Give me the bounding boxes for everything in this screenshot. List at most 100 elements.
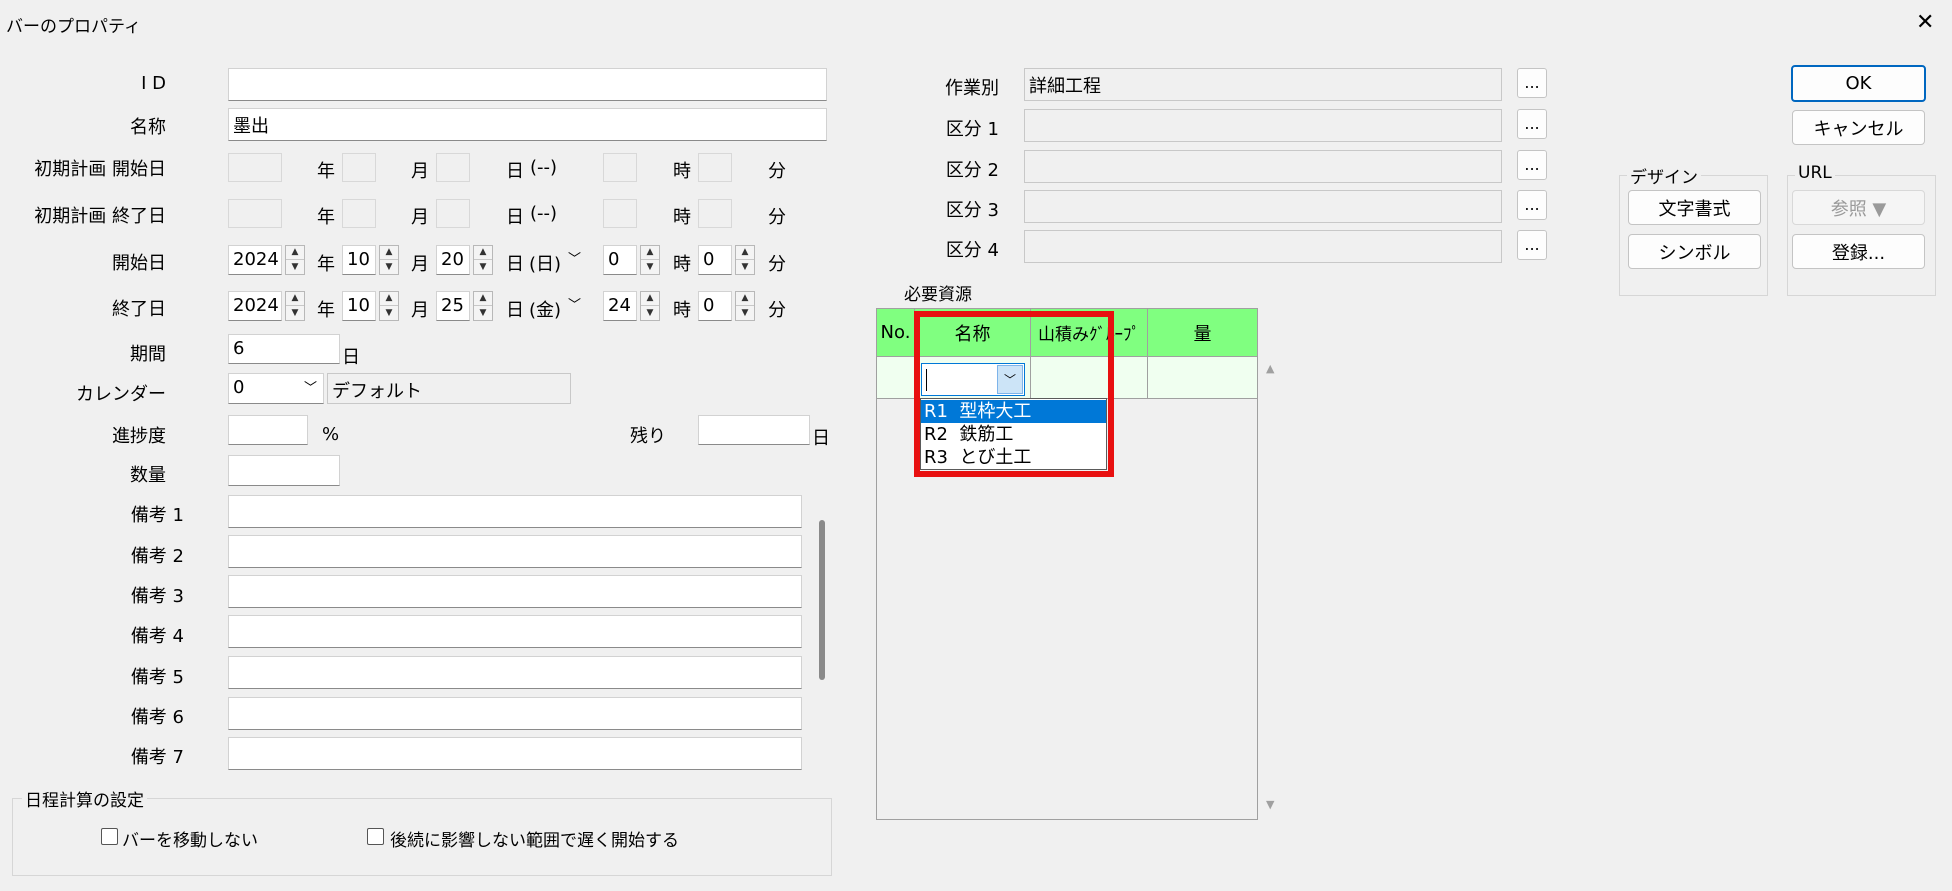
start-year-spinner[interactable]: ▲ ▼ <box>285 245 305 275</box>
scroll-down-icon[interactable]: ▼ <box>1266 798 1274 811</box>
spin-down-icon[interactable]: ▼ <box>380 306 398 320</box>
spin-down-icon[interactable]: ▼ <box>736 260 754 274</box>
spin-up-icon[interactable]: ▲ <box>286 246 304 260</box>
browse-button[interactable]: 参照 ▼ <box>1792 190 1925 225</box>
end-year-field[interactable]: 2024 <box>228 291 282 321</box>
spin-up-icon[interactable]: ▲ <box>286 292 304 306</box>
unit-minute: 分 <box>768 207 786 228</box>
start-day-field[interactable]: 20 <box>436 245 470 275</box>
unit-day: 日 <box>506 207 524 228</box>
close-icon[interactable]: ✕ <box>1916 10 1934 35</box>
progress-field[interactable] <box>228 415 308 445</box>
chevron-down-icon[interactable]: ﹀ <box>304 377 317 396</box>
dont-move-label[interactable]: バーを移動しない <box>122 826 258 851</box>
initial-start-minute <box>698 153 732 182</box>
end-minute-field[interactable]: 0 <box>698 291 732 321</box>
cancel-button[interactable]: キャンセル <box>1792 110 1925 145</box>
start-weekday: (日) <box>529 254 562 275</box>
start-day-spinner[interactable]: ▲ ▼ <box>473 245 493 275</box>
spin-down-icon[interactable]: ▼ <box>474 260 492 274</box>
category-browse-button[interactable]: ... <box>1517 190 1547 220</box>
remarks-scrollbar-thumb[interactable] <box>819 520 825 680</box>
start-weekday-dropdown-icon[interactable]: ﹀ <box>568 248 581 267</box>
scroll-up-icon[interactable]: ▲ <box>1266 362 1274 375</box>
spin-up-icon[interactable]: ▲ <box>474 246 492 260</box>
end-month-field[interactable]: 10 <box>342 291 376 321</box>
delay-start-label[interactable]: 後続に影響しない範囲で遅く開始する <box>390 826 679 851</box>
ok-button[interactable]: OK <box>1791 65 1926 102</box>
remark-label: 備考 6 <box>130 707 184 728</box>
end-day-spinner[interactable]: ▲ ▼ <box>473 291 493 321</box>
end-minute-spinner[interactable]: ▲ ▼ <box>735 291 755 321</box>
start-year-field[interactable]: 2024 <box>228 245 282 275</box>
end-hour-field[interactable]: 24 <box>603 291 637 321</box>
start-hour-spinner[interactable]: ▲ ▼ <box>640 245 660 275</box>
spin-down-icon[interactable]: ▼ <box>380 260 398 274</box>
spin-down-icon[interactable]: ▼ <box>286 306 304 320</box>
start-minute-spinner[interactable]: ▲ ▼ <box>735 245 755 275</box>
remaining-field[interactable] <box>698 415 810 445</box>
end-year-spinner[interactable]: ▲ ▼ <box>285 291 305 321</box>
start-minute-field[interactable]: 0 <box>698 245 732 275</box>
spin-down-icon[interactable]: ▼ <box>641 306 659 320</box>
spin-up-icon[interactable]: ▲ <box>641 246 659 260</box>
end-day-field[interactable]: 25 <box>436 291 470 321</box>
start-month-field[interactable]: 10 <box>342 245 376 275</box>
end-month-spinner[interactable]: ▲ ▼ <box>379 291 399 321</box>
spin-up-icon[interactable]: ▲ <box>736 246 754 260</box>
spin-down-icon[interactable]: ▼ <box>641 260 659 274</box>
unit-hour: 時 <box>673 207 691 228</box>
remark-field[interactable] <box>228 495 802 528</box>
initial-start-label: 初期計画 開始日 <box>34 159 166 180</box>
unit-month: 月 <box>411 161 429 182</box>
category-field <box>1024 109 1502 142</box>
spin-up-icon[interactable]: ▲ <box>380 246 398 260</box>
spin-up-icon[interactable]: ▲ <box>474 292 492 306</box>
remark-field[interactable] <box>228 615 802 648</box>
spin-up-icon[interactable]: ▲ <box>380 292 398 306</box>
spin-down-icon[interactable]: ▼ <box>736 306 754 320</box>
column-header-amount[interactable]: 量 <box>1148 309 1257 356</box>
symbol-button[interactable]: シンボル <box>1628 234 1761 269</box>
remark-field[interactable] <box>228 575 802 608</box>
spin-down-icon[interactable]: ▼ <box>286 260 304 274</box>
text-format-button[interactable]: 文字書式 <box>1628 190 1761 225</box>
category-browse-button[interactable]: ... <box>1517 109 1547 139</box>
category-browse-button[interactable]: ... <box>1517 230 1547 260</box>
end-hour-spinner[interactable]: ▲ ▼ <box>640 291 660 321</box>
column-header-no[interactable]: No. <box>877 309 915 356</box>
unit-month: 月 <box>411 300 429 321</box>
start-label: 開始日 <box>112 253 166 274</box>
initial-end-minute <box>698 199 732 228</box>
dont-move-checkbox[interactable] <box>101 828 118 845</box>
calendar-select[interactable]: 0 ﹀ <box>228 373 324 404</box>
period-field[interactable]: 6 <box>228 334 340 364</box>
remark-label: 備考 2 <box>130 546 184 567</box>
initial-end-month <box>342 199 376 228</box>
remark-field[interactable] <box>228 697 802 730</box>
category-browse-button[interactable]: ... <box>1517 150 1547 180</box>
remark-field[interactable] <box>228 737 802 770</box>
spin-up-icon[interactable]: ▲ <box>736 292 754 306</box>
quantity-field[interactable] <box>228 455 340 486</box>
row-cell-amount[interactable] <box>1148 357 1257 398</box>
initial-end-hour <box>603 199 637 228</box>
remark-field[interactable] <box>228 535 802 568</box>
spin-up-icon[interactable]: ▲ <box>641 292 659 306</box>
resources-scrollbar[interactable]: ▲ ▼ <box>1262 360 1280 820</box>
end-weekday-dropdown-icon[interactable]: ﹀ <box>568 294 581 313</box>
category-browse-button[interactable]: ... <box>1517 68 1547 98</box>
end-label: 終了日 <box>112 299 166 320</box>
name-field[interactable]: 墨出 <box>228 108 827 141</box>
calendar-name: デフォルト <box>327 373 571 404</box>
highlight-box <box>914 311 1114 477</box>
start-hour-field[interactable]: 0 <box>603 245 637 275</box>
remark-field[interactable] <box>228 656 802 689</box>
register-button[interactable]: 登録... <box>1792 234 1925 269</box>
id-field[interactable] <box>228 68 827 101</box>
spin-down-icon[interactable]: ▼ <box>474 306 492 320</box>
window-title: バーのプロパティ <box>6 17 141 37</box>
start-month-spinner[interactable]: ▲ ▼ <box>379 245 399 275</box>
remarks-scrollbar[interactable] <box>816 496 828 772</box>
delay-start-checkbox[interactable] <box>367 828 384 845</box>
